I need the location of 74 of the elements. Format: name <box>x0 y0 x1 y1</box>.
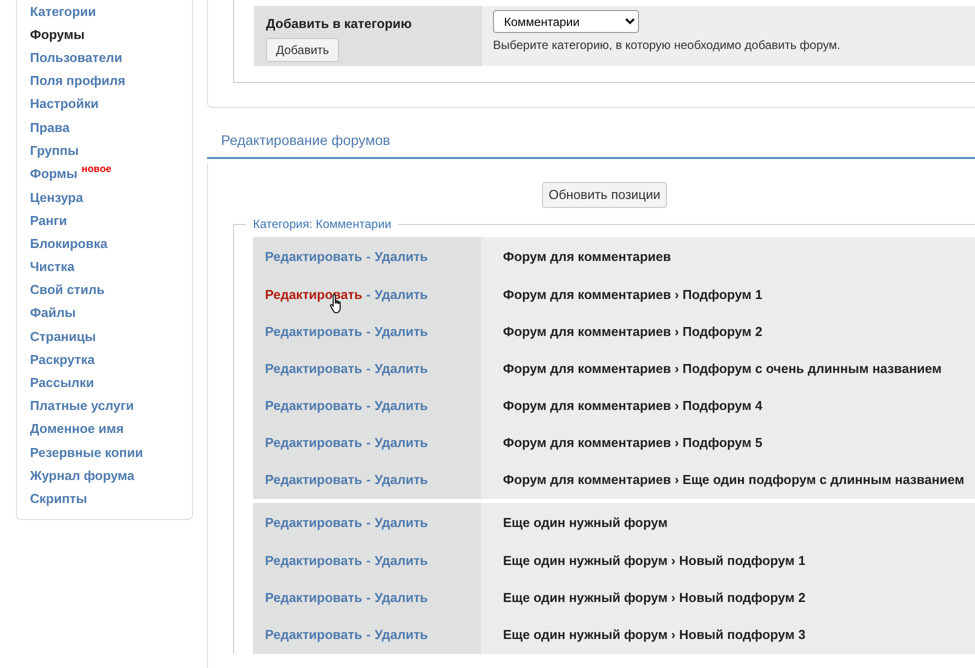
sidebar-item[interactable]: Блокировка <box>30 236 108 252</box>
forum-name: Форум для комментариев › Подфорум 4 <box>481 388 975 424</box>
forum-name: Форум для комментариев › Подфорум с очень длинным названием <box>481 350 975 388</box>
sidebar-item[interactable]: Рассылки <box>30 375 94 391</box>
add-to-category-label: Добавить в категорию <box>266 15 413 33</box>
edit-link[interactable]: Редактировать <box>265 433 362 453</box>
delete-link[interactable]: Удалить <box>374 285 428 305</box>
add-button[interactable]: Добавить <box>266 38 340 62</box>
update-positions-button[interactable]: Обновить позиции <box>542 182 668 208</box>
sidebar-item[interactable]: Пользователи <box>30 50 122 66</box>
separator-text: - <box>366 434 371 452</box>
separator-text: - <box>366 397 371 416</box>
edit-link[interactable]: Редактировать <box>265 396 362 416</box>
forum-name: Еще один нужный форум › Новый подфорум 1 <box>481 542 975 580</box>
separator-text: - <box>366 626 371 644</box>
separator-text: - <box>366 589 371 608</box>
forum-name: Еще один нужный форум › Новый подфорум 2 <box>481 580 975 616</box>
delete-link[interactable]: Удалить <box>374 322 428 342</box>
edit-link[interactable]: Редактировать <box>265 512 362 532</box>
forum-name: Форум для комментариев › Подфорум 2 <box>481 314 975 350</box>
hint-text: Выберите категорию, в которую необходимо добавить форум. <box>493 37 842 54</box>
forum-name: Форум для комментариев › Еще один подфорум с длинным названием <box>481 462 975 498</box>
separator-text: - <box>366 248 371 266</box>
forum-name: Форум для комментариев › Подфорум 5 <box>481 424 975 462</box>
edit-link[interactable]: Редактировать <box>265 588 362 608</box>
edit-link[interactable]: Редактировать <box>265 359 362 379</box>
sidebar-item[interactable]: Платные услуги <box>30 398 134 414</box>
delete-link[interactable]: Удалить <box>374 551 428 571</box>
new-label: новое <box>82 164 112 176</box>
sidebar-item[interactable]: Группы <box>30 142 79 159</box>
category-legend: Категория: Комментарии <box>246 216 398 230</box>
sidebar-item[interactable]: Права <box>30 120 70 136</box>
separator-text: - <box>366 323 371 342</box>
sidebar-item[interactable]: Журнал форума <box>30 468 134 484</box>
separator-text: - <box>366 360 371 378</box>
sidebar-item[interactable]: Поля профиля <box>30 73 126 90</box>
separator-text: - <box>366 286 371 304</box>
edit-link[interactable]: Редактировать <box>265 285 362 305</box>
edit-link[interactable]: Редактировать <box>265 470 362 490</box>
separator-text: - <box>366 471 371 490</box>
sidebar-item[interactable]: Свой стиль <box>30 282 105 298</box>
delete-link[interactable]: Удалить <box>374 512 428 532</box>
delete-link[interactable]: Удалить <box>374 396 428 416</box>
edit-link[interactable]: Редактировать <box>265 625 362 645</box>
separator-text: - <box>366 552 371 570</box>
delete-link[interactable]: Удалить <box>374 470 428 490</box>
delete-link[interactable]: Удалить <box>374 625 428 645</box>
sidebar-item[interactable]: Файлы <box>30 305 76 322</box>
edit-link[interactable]: Редактировать <box>265 246 362 266</box>
forum-name: Еще один нужный форум › Новый подфорум 3 <box>481 616 975 654</box>
sidebar-item[interactable]: Страницы <box>30 328 96 345</box>
sidebar-item[interactable]: Цензура <box>30 190 84 206</box>
forum-name: Форум для комментариев › Подфорум 1 <box>481 276 975 314</box>
sidebar-item[interactable]: Чистка <box>30 259 74 276</box>
sidebar-item[interactable]: Форумы <box>30 26 85 43</box>
sidebar-item[interactable]: Доменное имя <box>30 421 124 438</box>
forum-name: Форум для комментариев <box>481 236 975 276</box>
sidebar-item[interactable]: Формы <box>30 166 78 182</box>
forum-name: Еще один нужный форум <box>481 502 975 542</box>
sidebar-item[interactable]: Раскрутка <box>30 352 95 368</box>
category-select[interactable]: Комментарии <box>493 10 639 33</box>
sidebar-item[interactable]: Ранги <box>30 212 67 229</box>
sidebar-item[interactable]: Категории <box>30 4 96 20</box>
delete-link[interactable]: Удалить <box>374 433 428 453</box>
sidebar-item[interactable]: Резервные копии <box>30 444 143 461</box>
edit-link[interactable]: Редактировать <box>265 322 362 342</box>
sidebar-item[interactable]: Скрипты <box>30 490 88 507</box>
sidebar-item[interactable]: Настройки <box>30 96 99 112</box>
separator-text: - <box>366 514 371 532</box>
delete-link[interactable]: Удалить <box>374 246 428 266</box>
delete-link[interactable]: Удалить <box>374 359 428 379</box>
delete-link[interactable]: Удалить <box>374 588 428 608</box>
edit-link[interactable]: Редактировать <box>265 551 362 571</box>
section-title: Редактирование форумов <box>207 130 975 159</box>
